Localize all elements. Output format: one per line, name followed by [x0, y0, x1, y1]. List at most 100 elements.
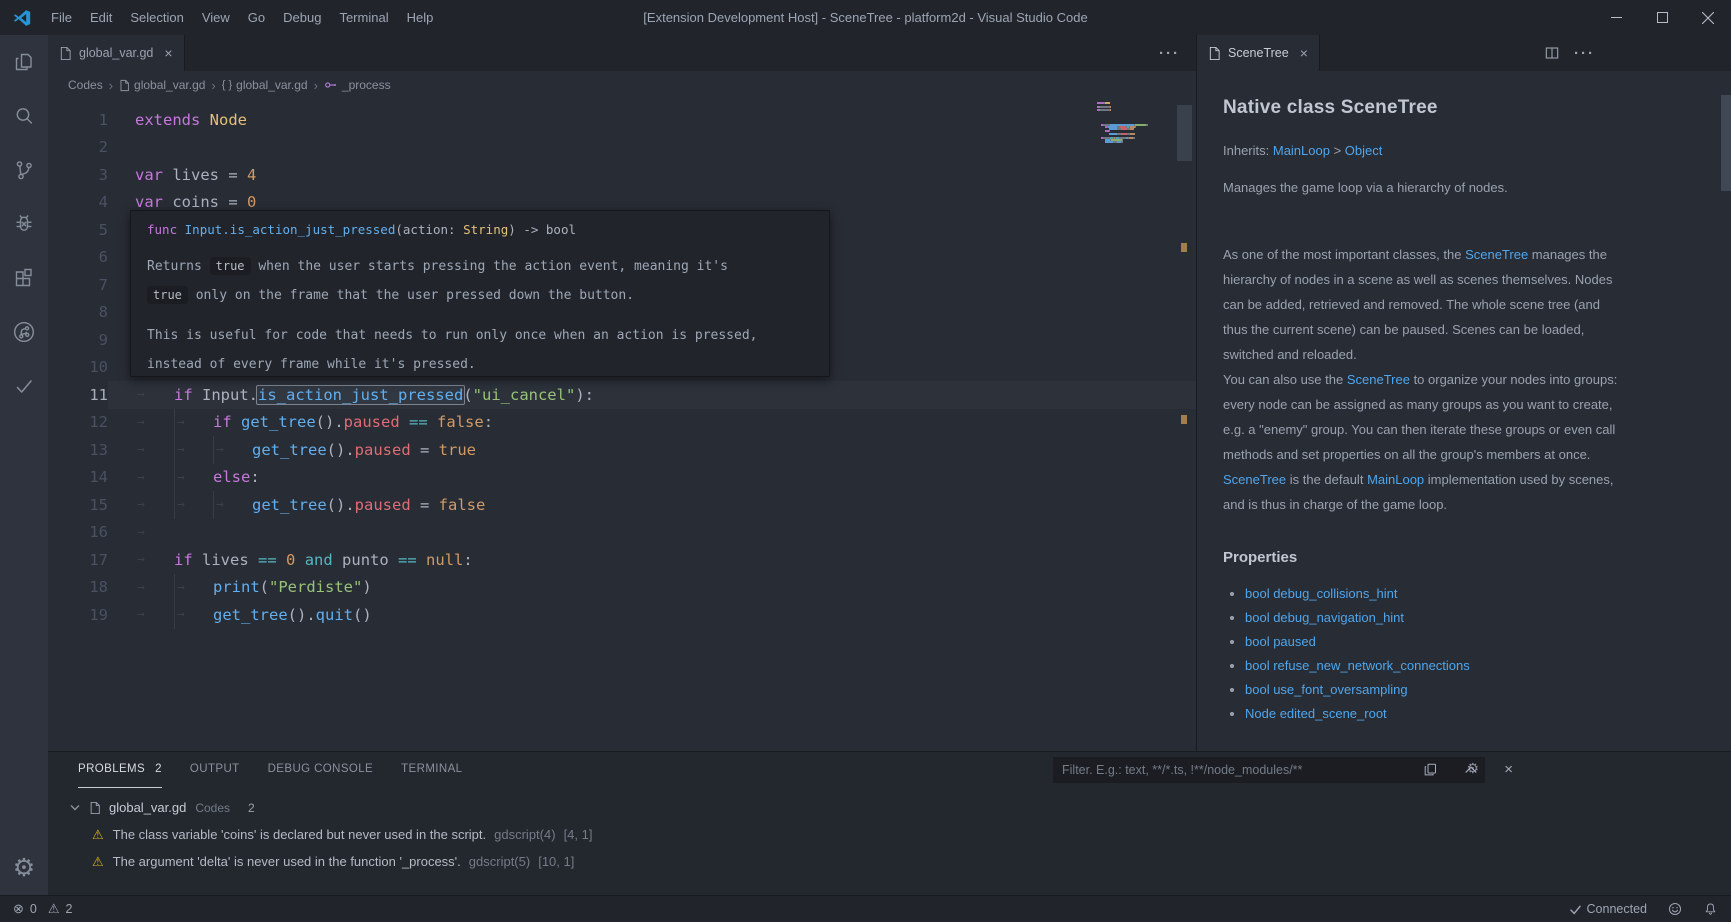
explorer-icon[interactable]	[0, 35, 48, 89]
docs-scrollbar[interactable]	[1721, 95, 1731, 191]
property-link-debug_collisions_hint[interactable]: bool debug_collisions_hint	[1245, 586, 1398, 601]
docs-more-actions-icon[interactable]: ···	[1574, 45, 1595, 62]
menu-item-terminal[interactable]: Terminal	[330, 0, 397, 35]
problem-item-2[interactable]: ⚠The argument 'delta' is never used in t…	[48, 848, 1731, 875]
editor-more-actions-icon[interactable]: ···	[1159, 45, 1180, 62]
menu-item-view[interactable]: View	[193, 0, 239, 35]
indent-guide: →	[174, 436, 213, 464]
window-controls	[1593, 0, 1731, 35]
editor-scrollbar[interactable]	[1177, 105, 1192, 161]
property-link-paused[interactable]: bool paused	[1245, 634, 1316, 649]
code-token: var	[135, 193, 163, 211]
property-link-refuse_new_network_connections[interactable]: bool refuse_new_network_connections	[1245, 658, 1470, 673]
tab-whitespace-icon: →	[175, 442, 185, 457]
code-line-18[interactable]: 18→→print("Perdiste")	[48, 574, 1196, 602]
code-line-1[interactable]: 1extends Node	[48, 106, 1196, 134]
code-token: if	[174, 386, 193, 404]
breadcrumb-item-_process[interactable]: _process	[324, 78, 391, 92]
line-number: 2	[48, 138, 108, 156]
maximize-button[interactable]	[1639, 0, 1685, 35]
problems-filter-input[interactable]	[1053, 757, 1485, 783]
code-line-3[interactable]: 3var lives = 4	[48, 161, 1196, 189]
code-line-11[interactable]: 11→if Input.is_action_just_pressed("ui_c…	[48, 381, 1196, 409]
problem-message: The class variable 'coins' is declared b…	[113, 827, 486, 842]
docs-description-line: methods and set properties on all the gr…	[1223, 442, 1731, 467]
doc-link-object[interactable]: Object	[1345, 143, 1383, 158]
maximize-panel-icon[interactable]	[1464, 763, 1478, 777]
panel-tab-terminal[interactable]: TERMINAL	[401, 752, 462, 788]
line-number: 1	[48, 111, 108, 129]
menu-item-go[interactable]: Go	[239, 0, 274, 35]
testing-icon[interactable]	[0, 359, 48, 413]
doc-link-mainloop[interactable]: MainLoop	[1367, 472, 1424, 487]
panel-tab-output[interactable]: OUTPUT	[190, 752, 240, 788]
close-panel-icon[interactable]: ×	[1504, 762, 1513, 777]
run-and-debug-icon[interactable]	[0, 197, 48, 251]
code-token: 0	[247, 193, 256, 211]
problems-status[interactable]: ⊗ 0 ⚠ 2	[13, 901, 72, 917]
breadcrumb-item-global_var-gd[interactable]: global_var.gd	[119, 78, 205, 92]
minimap[interactable]	[1097, 102, 1157, 144]
doc-link-scenetree[interactable]: SceneTree	[1465, 247, 1528, 262]
indent-guide: →	[174, 464, 213, 492]
code-line-12[interactable]: 12→→if get_tree().paused == false:	[48, 409, 1196, 437]
hover-text: >	[1330, 143, 1345, 158]
doc-link-scenetree[interactable]: SceneTree	[1223, 472, 1286, 487]
notifications-bell-icon[interactable]	[1703, 901, 1718, 917]
code-line-17[interactable]: 17→if lives == 0 and punto == null:	[48, 546, 1196, 574]
breadcrumb-item-global_var-gd[interactable]: { }global_var.gd	[222, 78, 308, 92]
tab-close-icon[interactable]: ×	[1300, 45, 1308, 61]
connection-status[interactable]: Connected	[1569, 902, 1647, 916]
code-line-2[interactable]: 2	[48, 134, 1196, 162]
breadcrumb-item-codes[interactable]: Codes	[68, 78, 103, 92]
menu-item-file[interactable]: File	[42, 0, 81, 35]
feedback-smiley-icon[interactable]	[1667, 901, 1683, 917]
problem-item-1[interactable]: ⚠The class variable 'coins' is declared …	[48, 821, 1731, 848]
code-line-15[interactable]: 15→→→get_tree().paused = false	[48, 491, 1196, 519]
doc-link-mainloop[interactable]: MainLoop	[1273, 143, 1330, 158]
tab-whitespace-icon: →	[175, 580, 185, 595]
close-window-button[interactable]	[1685, 0, 1731, 35]
manage-gear-icon[interactable]: ⚙	[13, 856, 35, 881]
open-editors-panel-icon[interactable]	[1423, 762, 1438, 777]
tab-close-icon[interactable]: ×	[164, 45, 172, 61]
tab-whitespace-icon: →	[135, 442, 145, 457]
code-line-13[interactable]: 13→→→get_tree().paused = true	[48, 436, 1196, 464]
panel-tab-problems[interactable]: PROBLEMS2	[78, 752, 162, 788]
problems-file-group[interactable]: global_var.gdCodes2	[48, 794, 1731, 821]
code-editor[interactable]: 1extends Node23var lives = 44var coins =…	[48, 99, 1196, 751]
menu-item-edit[interactable]: Edit	[81, 0, 121, 35]
extensions-icon[interactable]	[0, 251, 48, 305]
code-line-19[interactable]: 19→→get_tree().quit()	[48, 601, 1196, 629]
panel-tab-debug-console[interactable]: DEBUG CONSOLE	[268, 752, 374, 788]
tab-whitespace-icon: →	[175, 607, 185, 622]
code-token: Input.	[193, 386, 258, 404]
property-link-edited_scene_root[interactable]: Node edited_scene_root	[1245, 706, 1387, 721]
hover-text: can be added, retrieved and removed. The…	[1223, 297, 1600, 312]
minimize-button[interactable]	[1593, 0, 1639, 35]
hover-text: Inherits:	[1223, 143, 1273, 158]
property-link-use_font_oversampling[interactable]: bool use_font_oversampling	[1245, 682, 1408, 697]
indent-guide: →	[135, 519, 174, 547]
tab-scenetree[interactable]: SceneTree ×	[1197, 35, 1320, 71]
code-line-14[interactable]: 14→→else:	[48, 464, 1196, 492]
menu-item-debug[interactable]: Debug	[274, 0, 330, 35]
code-token: ==	[398, 551, 417, 569]
problem-source: gdscript(4)	[494, 827, 555, 842]
doc-link-scenetree[interactable]: SceneTree	[1347, 372, 1410, 387]
tab-global-var-gd[interactable]: global_var.gd ×	[48, 35, 185, 71]
code-line-16[interactable]: 16→	[48, 519, 1196, 547]
docs-description-line: SceneTree is the default MainLoop implem…	[1223, 467, 1731, 492]
indent-guide: →	[174, 574, 213, 602]
menu-item-help[interactable]: Help	[398, 0, 443, 35]
search-icon[interactable]	[0, 89, 48, 143]
split-editor-icon[interactable]	[1544, 45, 1560, 61]
menu-item-selection[interactable]: Selection	[121, 0, 192, 35]
breadcrumb-separator: ›	[308, 78, 324, 93]
source-control-icon[interactable]	[0, 143, 48, 197]
godot-tools-icon[interactable]	[0, 305, 48, 359]
property-link-debug_navigation_hint[interactable]: bool debug_navigation_hint	[1245, 610, 1404, 625]
code-token: quit	[316, 606, 353, 624]
docs-description-line: every node can be assigned as many group…	[1223, 392, 1731, 417]
tab-whitespace-icon: →	[135, 607, 145, 622]
